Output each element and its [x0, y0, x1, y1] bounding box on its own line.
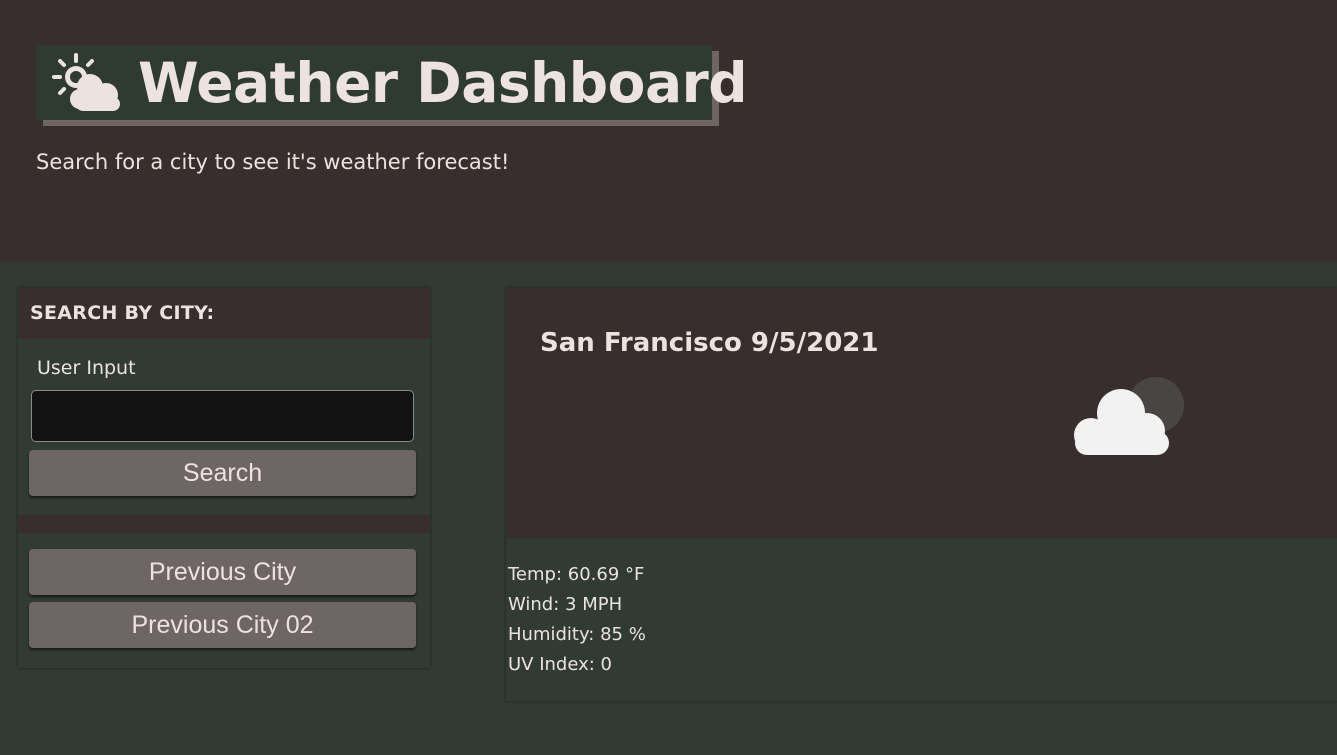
- history-city-button[interactable]: Previous City 02: [29, 602, 416, 648]
- search-panel: SEARCH BY CITY: User Input Search Previo…: [18, 288, 430, 668]
- wind-value: Wind: 3 MPH: [508, 594, 623, 615]
- title-box: Weather Dashboard: [36, 45, 748, 120]
- city-date-heading: San Francisco 9/5/2021: [540, 328, 879, 358]
- city-input-label: User Input: [37, 357, 136, 379]
- search-panel-header: SEARCH BY CITY:: [18, 288, 430, 339]
- page-subtitle: Search for a city to see it's weather fo…: [36, 150, 510, 174]
- panel-divider: [18, 515, 430, 533]
- search-button[interactable]: Search: [29, 450, 416, 496]
- page-title: Weather Dashboard: [138, 51, 748, 115]
- humidity-value: Humidity: 85 %: [508, 624, 646, 645]
- weather-stats: Temp: 60.69 °F Wind: 3 MPH Humidity: 85 …: [508, 560, 646, 680]
- page-header: Weather Dashboard Search for a city to s…: [0, 0, 1337, 262]
- search-panel-heading: SEARCH BY CITY:: [30, 302, 215, 324]
- cloud-night-icon: [1074, 377, 1184, 455]
- history-city-button[interactable]: Previous City: [29, 549, 416, 595]
- current-weather-card: San Francisco 9/5/2021 Temp: 60.69 °F Wi…: [506, 288, 1337, 701]
- current-weather-header: San Francisco 9/5/2021: [506, 288, 1337, 538]
- temp-value: Temp: 60.69 °F: [508, 564, 645, 585]
- city-input[interactable]: [31, 390, 414, 442]
- sun-behind-cloud-icon: [52, 53, 120, 111]
- uv-index-value: UV Index: 0: [508, 654, 613, 675]
